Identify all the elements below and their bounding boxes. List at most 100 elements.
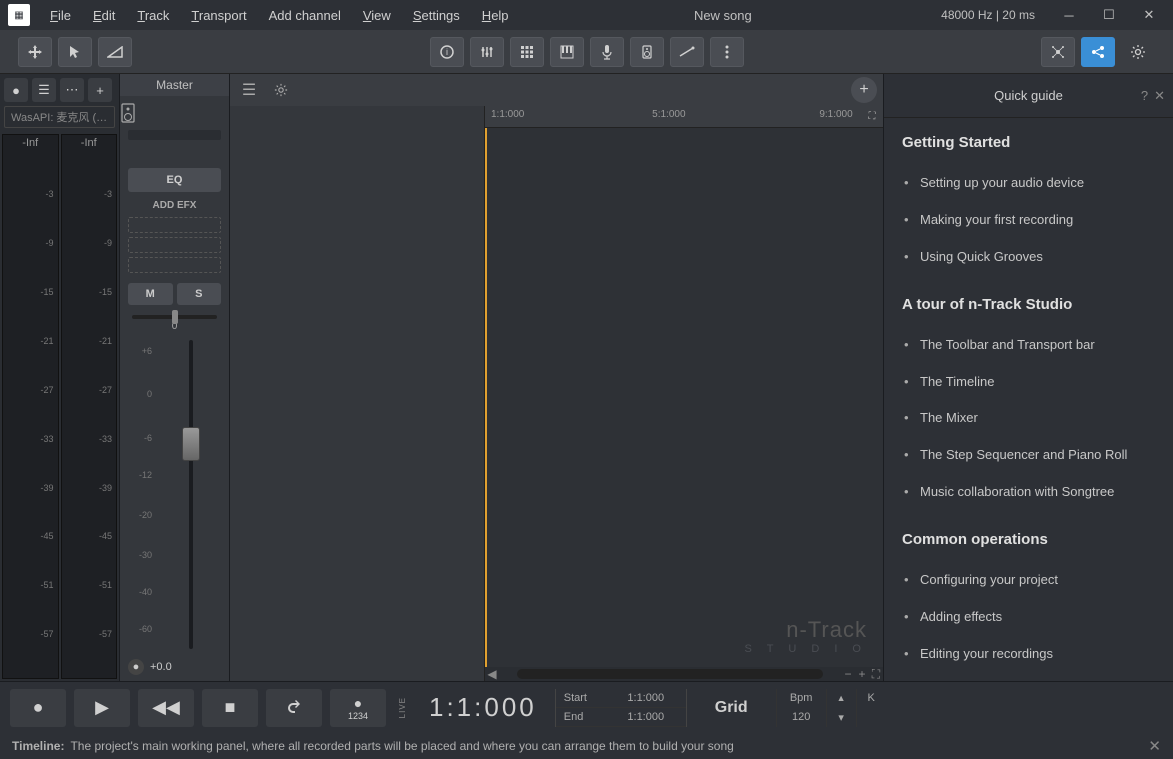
menu-edit[interactable]: Edit (83, 4, 125, 27)
efx-slot-1[interactable] (128, 217, 221, 233)
record-button[interactable]: ● (10, 689, 66, 727)
guide-heading-0: Getting Started (902, 134, 1155, 151)
record-arm-button[interactable]: ● (4, 78, 28, 102)
play-button[interactable]: ▶ (74, 689, 130, 727)
bpm-label: Bpm (776, 689, 826, 708)
tracks-menu-button[interactable]: ☰ (236, 78, 262, 102)
guide-title: Quick guide (994, 88, 1063, 103)
zoom-fit-button[interactable]: ⛶ (863, 108, 881, 124)
watermark: n-Track S T U D I O (745, 617, 867, 655)
insert-slot[interactable] (128, 130, 221, 140)
share-button[interactable] (1081, 37, 1115, 67)
options-button[interactable]: ⋯ (60, 78, 84, 102)
piano-roll-button[interactable] (550, 37, 584, 67)
maximize-button[interactable]: ☐ (1089, 0, 1129, 30)
loop-button[interactable] (266, 689, 322, 727)
bpm-value[interactable]: 120 (776, 708, 826, 727)
mic-button[interactable] (590, 37, 624, 67)
end-value[interactable]: 1:1:000 (606, 708, 686, 727)
rewind-button[interactable]: ◀◀ (138, 689, 194, 727)
ai-button[interactable] (1041, 37, 1075, 67)
guide-help-icon[interactable]: ? (1141, 88, 1148, 104)
fade-tool-button[interactable] (98, 37, 132, 67)
speaker-button[interactable] (630, 37, 664, 67)
audio-status: 48000 Hz | 20 ms (927, 8, 1049, 22)
app-logo: ▦ (8, 4, 30, 26)
metronome-button[interactable]: ●1234 (330, 689, 386, 727)
scroll-left-button[interactable]: ◀ (485, 667, 499, 681)
step-sequencer-button[interactable] (510, 37, 544, 67)
guide-link[interactable]: The Step Sequencer and Piano Roll (902, 437, 1155, 474)
start-value[interactable]: 1:1:000 (606, 689, 686, 708)
guide-link[interactable]: Making your first recording (902, 202, 1155, 239)
add-track-button[interactable]: + (851, 77, 877, 103)
key-label[interactable]: K (856, 689, 886, 708)
stop-button[interactable]: ■ (202, 689, 258, 727)
horizontal-scrollbar[interactable] (517, 669, 823, 679)
zoom-fit-h-button[interactable]: ⛶ (869, 667, 883, 681)
window-title: New song (521, 8, 926, 23)
master-record-button[interactable]: ● (128, 659, 144, 675)
guide-link[interactable]: The Timeline (902, 364, 1155, 401)
menu-file[interactable]: File (40, 4, 81, 27)
menu-view[interactable]: View (353, 4, 401, 27)
add-efx-label: ADD EFX (120, 198, 229, 217)
move-tool-button[interactable] (18, 37, 52, 67)
add-input-button[interactable]: + (88, 78, 112, 102)
settings-gear-button[interactable] (1121, 37, 1155, 67)
guide-link[interactable]: Music collaboration with Songtree (902, 474, 1155, 511)
grid-label[interactable]: Grid (695, 699, 768, 717)
bpm-up-button[interactable]: ▲ (826, 689, 856, 708)
pan-slider[interactable]: 0 (120, 311, 229, 336)
guide-link[interactable]: Adding effects (902, 599, 1155, 636)
menu-transport[interactable]: Transport (181, 4, 256, 27)
eq-button[interactable]: EQ (128, 168, 221, 192)
speaker-icon (120, 96, 229, 130)
efx-slot-3[interactable] (128, 257, 221, 273)
info-button[interactable]: i (430, 37, 464, 67)
svg-text:i: i (446, 47, 448, 57)
guide-link[interactable]: Configuring your project (902, 562, 1155, 599)
efx-slot-2[interactable] (128, 237, 221, 253)
time-ruler[interactable]: 1:1:000 5:1:000 9:1:000 ⛶ (485, 106, 883, 128)
timeline-canvas[interactable]: n-Track S T U D I O (485, 128, 883, 667)
volume-fader[interactable] (160, 340, 221, 649)
pointer-tool-button[interactable] (58, 37, 92, 67)
draw-tool-button[interactable] (670, 37, 704, 67)
mixer-button[interactable] (470, 37, 504, 67)
menu-add-channel[interactable]: Add channel (259, 4, 351, 27)
guide-link[interactable]: Using Quick Grooves (902, 239, 1155, 276)
guide-link[interactable]: Setting up a MIDI keyboard (902, 673, 1155, 681)
zoom-in-h-button[interactable]: + (855, 667, 869, 681)
tracks-settings-button[interactable] (268, 78, 294, 102)
gain-value: +0.0 (150, 661, 172, 673)
menu-help[interactable]: Help (472, 4, 519, 27)
bpm-dropdown-button[interactable]: ▾ (826, 708, 856, 727)
guide-link[interactable]: The Mixer (902, 400, 1155, 437)
status-text: The project's main working panel, where … (70, 739, 733, 753)
menu-track[interactable]: Track (127, 4, 179, 27)
guide-link[interactable]: The Toolbar and Transport bar (902, 327, 1155, 364)
input-meters-panel: ● ☰ ⋯ + WasAPI: 麦克风 (…. -Inf -3 -9 -15 -… (0, 74, 120, 681)
mute-button[interactable]: M (128, 283, 173, 305)
minimize-button[interactable]: ─ (1049, 0, 1089, 30)
guide-heading-1: A tour of n-Track Studio (902, 296, 1155, 313)
more-button[interactable] (710, 37, 744, 67)
list-button[interactable]: ☰ (32, 78, 56, 102)
guide-link[interactable]: Setting up your audio device (902, 165, 1155, 202)
start-label: Start (556, 689, 606, 708)
time-display[interactable]: 1:1:000 (419, 692, 547, 723)
solo-button[interactable]: S (177, 283, 222, 305)
transport-bar: ● ▶ ◀◀ ■ ●1234 LIVE 1:1:000 Start 1:1:00… (0, 681, 1173, 733)
guide-close-icon[interactable]: ✕ (1154, 88, 1165, 104)
menu-settings[interactable]: Settings (403, 4, 470, 27)
zoom-out-h-button[interactable]: − (841, 667, 855, 681)
guide-link[interactable]: Editing your recordings (902, 636, 1155, 673)
live-label: LIVE (394, 697, 411, 718)
status-close-icon[interactable]: ✕ (1148, 737, 1161, 755)
audio-device-label[interactable]: WasAPI: 麦克风 (…. (4, 106, 115, 128)
main-area: ● ☰ ⋯ + WasAPI: 麦克风 (…. -Inf -3 -9 -15 -… (0, 74, 1173, 681)
close-button[interactable]: ✕ (1129, 0, 1169, 30)
tracks-area: ☰ + 1:1:000 5:1:000 9:1:000 ⛶ n-Track S … (230, 74, 883, 681)
guide-body: Getting Started Setting up your audio de… (884, 118, 1173, 681)
